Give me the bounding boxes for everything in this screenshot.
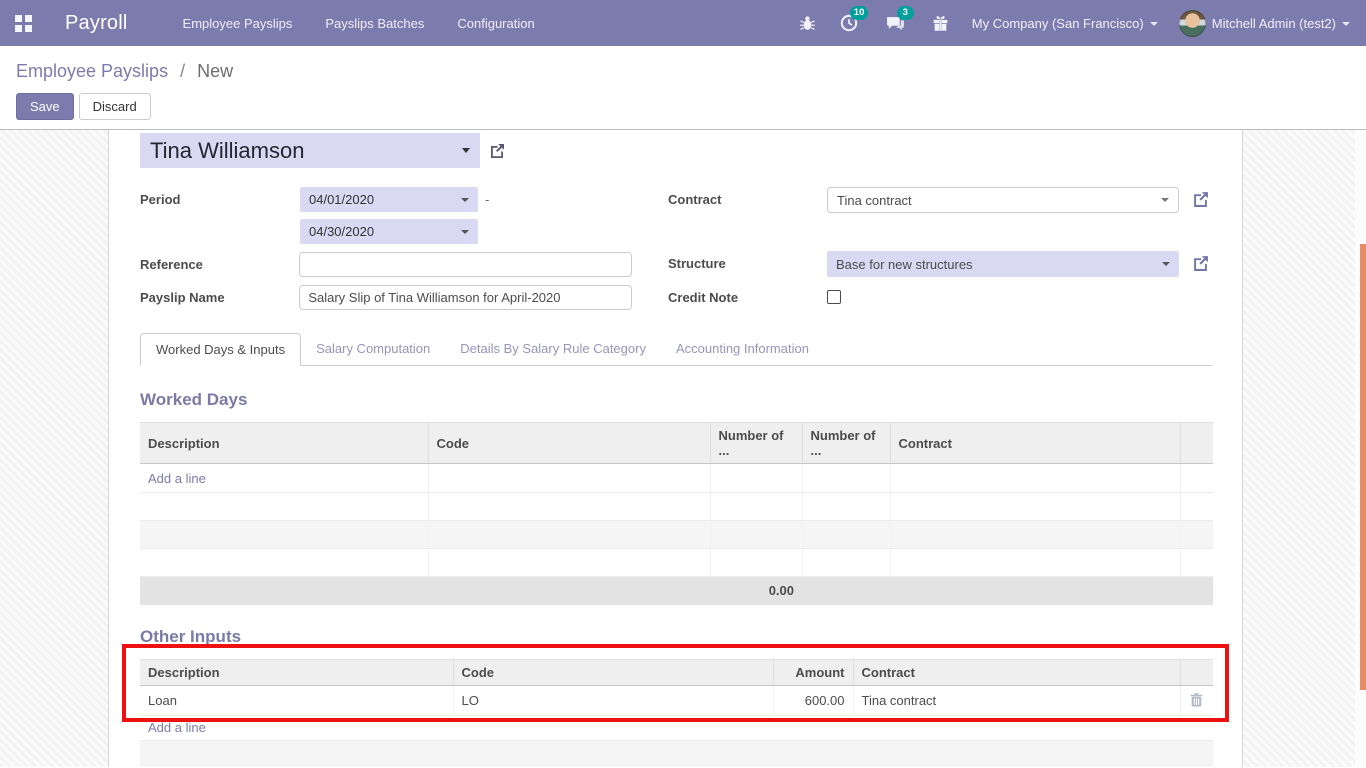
table-row: Loan LO 600.00 Tina contract <box>140 685 1213 715</box>
form-view-background: Tina Williamson Period 04/01/2020 <box>0 130 1366 767</box>
caret-down-icon <box>1161 198 1169 202</box>
period-from-value: 04/01/2020 <box>309 192 374 207</box>
oi-row-code[interactable]: LO <box>453 685 773 715</box>
oi-row-contract[interactable]: Tina contract <box>853 685 1180 715</box>
messages-count-badge: 3 <box>897 6 914 20</box>
navbar-right: 10 3 My Company (San Francisco) Mitch <box>798 10 1366 37</box>
main-menu: Employee Payslips Payslips Batches Confi… <box>183 16 535 31</box>
breadcrumb: Employee Payslips / New <box>16 46 1366 82</box>
breadcrumb-separator: / <box>180 61 185 81</box>
period-to-field[interactable]: 04/30/2020 <box>300 219 478 244</box>
worked-days-total-row: 0.00 <box>140 577 1213 605</box>
table-row <box>140 521 1213 549</box>
caret-down-icon <box>1342 22 1350 26</box>
apps-grid-icon[interactable] <box>15 15 32 32</box>
activities-count-badge: 10 <box>850 6 869 20</box>
tab-worked-days-inputs[interactable]: Worked Days & Inputs <box>140 333 301 366</box>
period-separator: - <box>485 187 489 212</box>
worked-days-title: Worked Days <box>140 390 1212 410</box>
worked-days-add-a-line[interactable]: Add a line <box>148 471 206 486</box>
wd-col-number-1: Number of ... <box>710 423 802 464</box>
caret-down-icon <box>461 230 469 234</box>
oi-col-actions <box>1180 659 1213 685</box>
tab-salary-computation[interactable]: Salary Computation <box>301 333 445 365</box>
reference-label: Reference <box>140 252 299 272</box>
wd-col-code: Code <box>428 423 710 464</box>
table-row <box>140 493 1213 521</box>
empty-row <box>140 741 1213 766</box>
save-button[interactable]: Save <box>16 93 74 120</box>
oi-row-description[interactable]: Loan <box>140 685 453 715</box>
contract-field[interactable]: Tina contract <box>827 187 1179 213</box>
period-label: Period <box>140 187 300 207</box>
menu-configuration[interactable]: Configuration <box>457 16 534 31</box>
structure-label: Structure <box>668 251 827 271</box>
control-panel: Employee Payslips / New Save Discard <box>0 46 1366 130</box>
scrollbar-thumb[interactable] <box>1360 244 1366 690</box>
oi-col-description: Description <box>140 659 453 685</box>
employee-field[interactable]: Tina Williamson <box>140 133 480 168</box>
other-inputs-add-a-line[interactable]: Add a line <box>148 720 206 735</box>
messages-chat-icon[interactable]: 3 <box>886 13 906 33</box>
worked-days-table: Description Code Number of ... Number of… <box>140 422 1213 605</box>
period-from-field[interactable]: 04/01/2020 <box>300 187 478 212</box>
contract-value: Tina contract <box>837 193 912 208</box>
menu-employee-payslips[interactable]: Employee Payslips <box>183 16 293 31</box>
oi-col-contract: Contract <box>853 659 1180 685</box>
external-link-icon[interactable] <box>489 143 505 159</box>
caret-down-icon <box>462 148 470 153</box>
bug-icon[interactable] <box>798 13 818 33</box>
payslip-name-input[interactable] <box>299 285 632 310</box>
breadcrumb-current: New <box>197 61 233 81</box>
reference-input[interactable] <box>299 252 632 277</box>
worked-days-total: 0.00 <box>140 577 802 605</box>
credit-note-checkbox[interactable] <box>827 290 841 304</box>
oi-col-amount: Amount <box>773 659 853 685</box>
external-link-icon[interactable] <box>1192 255 1209 272</box>
trash-icon[interactable] <box>1189 693 1206 707</box>
employee-name: Tina Williamson <box>150 138 304 164</box>
structure-value: Base for new structures <box>836 257 973 272</box>
tab-details-by-salary-rule-category[interactable]: Details By Salary Rule Category <box>445 333 661 365</box>
menu-payslips-batches[interactable]: Payslips Batches <box>325 16 424 31</box>
oi-row-amount[interactable]: 600.00 <box>773 685 853 715</box>
discard-button[interactable]: Discard <box>79 93 151 120</box>
avatar <box>1179 10 1206 37</box>
period-to-value: 04/30/2020 <box>309 224 374 239</box>
contract-label: Contract <box>668 187 827 207</box>
form-sheet: Tina Williamson Period 04/01/2020 <box>108 130 1243 767</box>
credit-note-label: Credit Note <box>668 285 827 305</box>
tab-accounting-information[interactable]: Accounting Information <box>661 333 824 365</box>
other-inputs-table: Description Code Amount Contract Loan LO… <box>140 659 1213 716</box>
wd-col-number-2: Number of ... <box>802 423 890 464</box>
notebook-tabs: Worked Days & Inputs Salary Computation … <box>140 333 1212 366</box>
caret-down-icon <box>1150 22 1158 26</box>
caret-down-icon <box>1162 262 1170 266</box>
scrollbar-track[interactable] <box>1355 130 1366 767</box>
user-name: Mitchell Admin (test2) <box>1212 16 1336 31</box>
table-row <box>140 549 1213 577</box>
wd-col-actions <box>1180 423 1213 464</box>
external-link-icon[interactable] <box>1192 191 1209 208</box>
table-row: Add a line <box>140 464 1213 493</box>
breadcrumb-parent[interactable]: Employee Payslips <box>16 61 168 81</box>
activities-clock-icon[interactable]: 10 <box>839 13 859 33</box>
payslip-name-label: Payslip Name <box>140 285 299 305</box>
other-inputs-title: Other Inputs <box>140 627 1212 647</box>
company-name: My Company (San Francisco) <box>972 16 1144 31</box>
wd-col-description: Description <box>140 423 428 464</box>
top-navbar: Payroll Employee Payslips Payslips Batch… <box>0 0 1366 46</box>
app-brand[interactable]: Payroll <box>65 12 128 35</box>
gift-icon[interactable] <box>931 13 951 33</box>
user-menu[interactable]: Mitchell Admin (test2) <box>1179 10 1350 37</box>
structure-field[interactable]: Base for new structures <box>827 251 1179 277</box>
caret-down-icon <box>461 198 469 202</box>
company-switcher[interactable]: My Company (San Francisco) <box>972 16 1158 31</box>
oi-col-code: Code <box>453 659 773 685</box>
wd-col-contract: Contract <box>890 423 1180 464</box>
